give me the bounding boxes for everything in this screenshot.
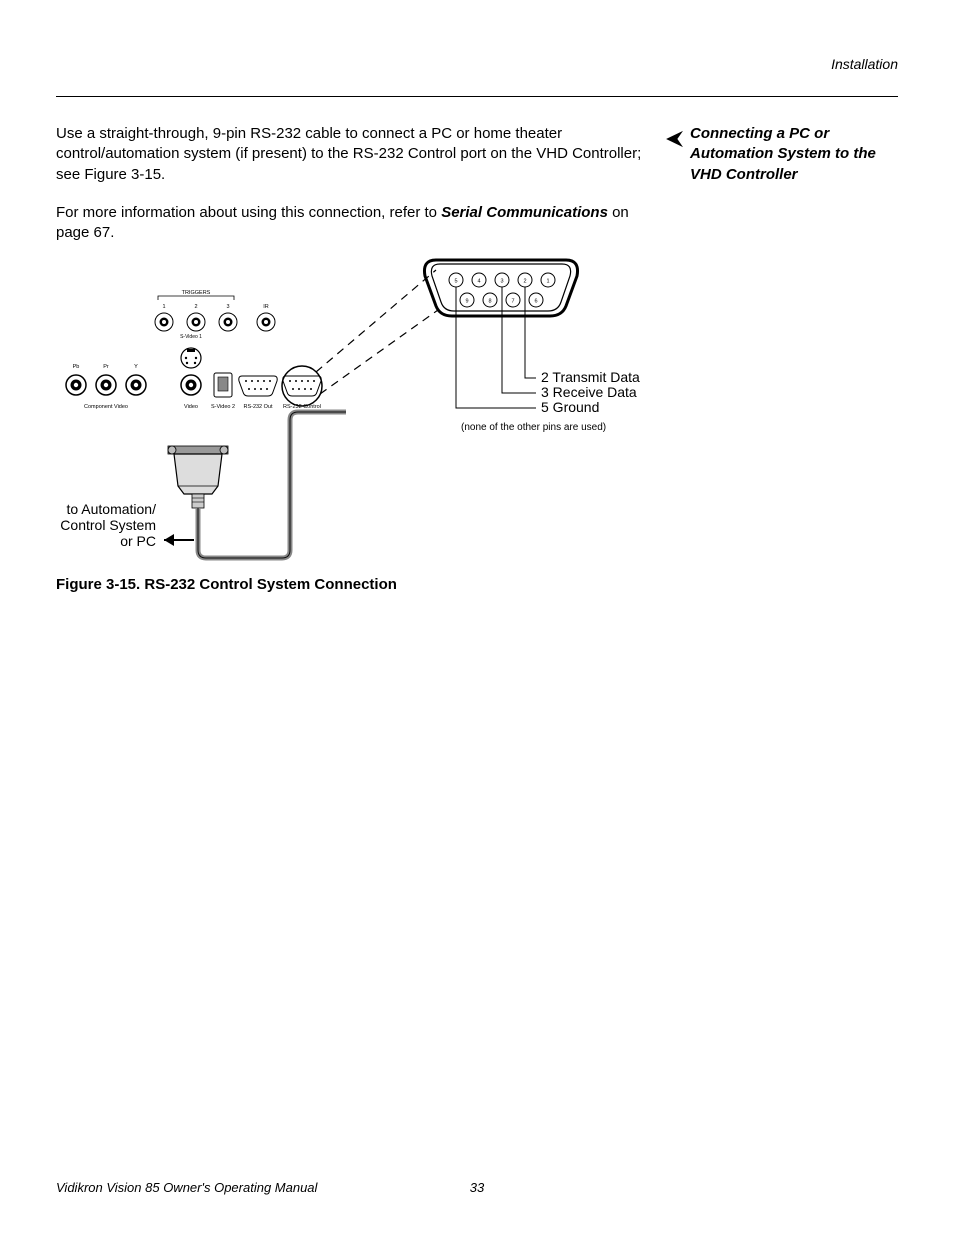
cable-connector bbox=[168, 412, 346, 558]
rs232-out bbox=[239, 376, 277, 396]
svg-text:8: 8 bbox=[488, 299, 491, 305]
figure-3-15: TRIGGERS 1 2 3 IR Pb Pr Y bbox=[56, 250, 706, 550]
svg-text:5: 5 bbox=[454, 279, 457, 285]
paragraph-1: Use a straight-through, 9-pin RS-232 cab… bbox=[56, 124, 666, 185]
svg-text:2: 2 bbox=[523, 279, 526, 285]
svg-text:or PC: or PC bbox=[120, 533, 156, 549]
controller-panel: TRIGGERS 1 2 3 IR Pb Pr Y bbox=[66, 290, 322, 410]
component-rca bbox=[66, 375, 146, 395]
svg-text:RS-232 Out: RS-232 Out bbox=[243, 404, 273, 410]
footer-manual: Vidikron Vision 85 Owner's Operating Man… bbox=[56, 1180, 317, 1195]
sidebar-heading: ⮜ Connecting a PC or Automation System t… bbox=[690, 124, 900, 185]
svg-text:Component Video: Component Video bbox=[84, 404, 128, 410]
svg-text:Control System: Control System bbox=[60, 517, 156, 533]
ir-label: IR bbox=[263, 304, 269, 310]
svg-text:Y: Y bbox=[134, 364, 138, 370]
svg-text:Pb: Pb bbox=[73, 364, 80, 370]
header-section: Installation bbox=[831, 56, 898, 72]
svg-text:2: 2 bbox=[194, 304, 197, 310]
figure-svg: TRIGGERS 1 2 3 IR Pb Pr Y bbox=[56, 250, 706, 570]
svg-text:3: 3 bbox=[226, 304, 229, 310]
svg-text:3: 3 bbox=[500, 279, 503, 285]
figure-caption: Figure 3-15. RS-232 Control System Conne… bbox=[56, 576, 397, 593]
db9-large: 5 4 3 2 1 9 8 7 6 bbox=[424, 260, 640, 433]
pin-note: (none of the other pins are used) bbox=[461, 422, 606, 433]
svg-text:to Automation/: to Automation/ bbox=[66, 501, 156, 517]
db9-top-pins: 5 4 3 2 1 bbox=[449, 273, 555, 287]
svg-text:S-Video 2: S-Video 2 bbox=[211, 404, 235, 410]
svg-text:9: 9 bbox=[465, 299, 468, 305]
svg-text:4: 4 bbox=[477, 279, 480, 285]
svideo2 bbox=[214, 373, 232, 397]
leader-top bbox=[316, 270, 436, 372]
triggers-label: TRIGGERS bbox=[182, 290, 211, 296]
sidebar-heading-text: Connecting a PC or Automation System to … bbox=[690, 125, 876, 183]
paragraph-2: For more information about using this co… bbox=[56, 203, 666, 244]
pin3-label: 3 Receive Data bbox=[541, 384, 637, 400]
arrow-left-icon: ⮜ bbox=[667, 126, 682, 150]
svg-text:6: 6 bbox=[534, 299, 537, 305]
pin5-label: 5 Ground bbox=[541, 399, 599, 415]
svideo1 bbox=[181, 348, 201, 368]
svg-text:Pr: Pr bbox=[103, 364, 109, 370]
video-rca bbox=[181, 375, 201, 395]
svg-text:Video: Video bbox=[184, 404, 198, 410]
leader-bot bbox=[320, 310, 438, 394]
footer: Vidikron Vision 85 Owner's Operating Man… bbox=[56, 1180, 898, 1195]
footer-page: 33 bbox=[470, 1180, 484, 1195]
pin2-label: 2 Transmit Data bbox=[541, 369, 640, 385]
svg-text:1: 1 bbox=[162, 304, 165, 310]
cable-destination-label: to Automation/ Control System or PC bbox=[60, 501, 194, 549]
svg-text:S-Video 1: S-Video 1 bbox=[180, 334, 202, 340]
svg-text:1: 1 bbox=[546, 279, 549, 285]
body-text: Use a straight-through, 9-pin RS-232 cab… bbox=[56, 124, 666, 261]
trigger-jacks bbox=[155, 313, 275, 331]
svg-text:7: 7 bbox=[511, 299, 514, 305]
header-rule bbox=[56, 96, 898, 97]
